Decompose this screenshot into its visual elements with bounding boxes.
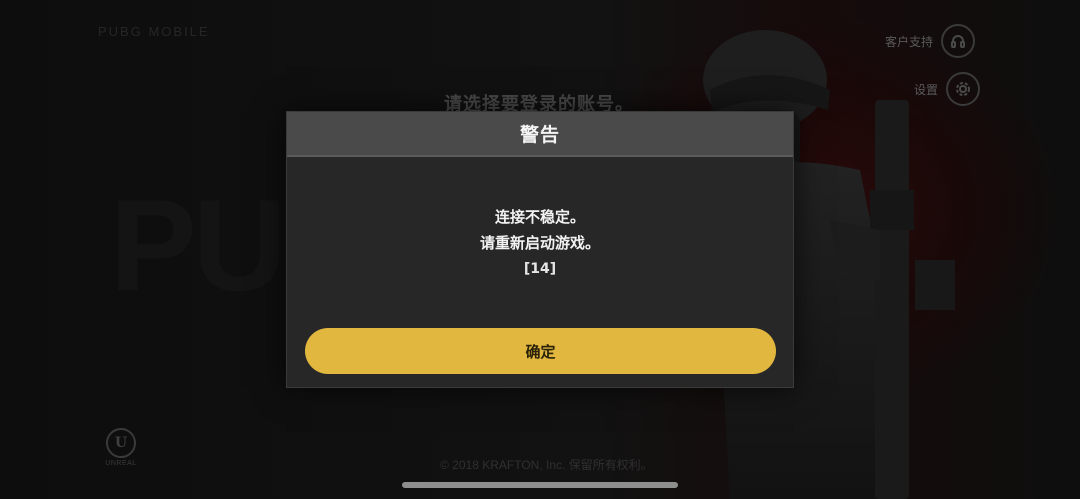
unreal-logo-mark: U [106,428,136,458]
warning-dialog: 警告 连接不稳定。 请重新启动游戏。 [14] 确定 [286,111,794,388]
home-indicator[interactable] [402,482,678,488]
confirm-button[interactable]: 确定 [305,328,776,374]
copyright-text: © 2018 KRAFTON, Inc. 保留所有权利。 [440,458,653,472]
dialog-message: 连接不稳定。 请重新启动游戏。 [14] [287,204,793,282]
customer-support-label: 客户支持 [885,34,934,49]
settings-label: 设置 [914,82,939,97]
message-line-2: 请重新启动游戏。 [479,234,600,252]
dialog-header: 警告 [287,112,793,157]
error-code: [14] [523,261,557,277]
settings-button[interactable]: 设置 [914,72,981,106]
brand-line: PUBG MOBILE [98,24,210,39]
headset-icon [941,24,976,58]
dialog-title: 警告 [519,124,560,146]
unreal-logo-word: UNREAL [105,460,137,467]
gear-icon [946,72,981,106]
message-line-1: 连接不稳定。 [494,208,585,226]
customer-support-button[interactable]: 客户支持 [885,24,976,58]
confirm-button-label: 确定 [525,342,556,361]
unreal-engine-logo: U UNREAL [98,428,144,467]
